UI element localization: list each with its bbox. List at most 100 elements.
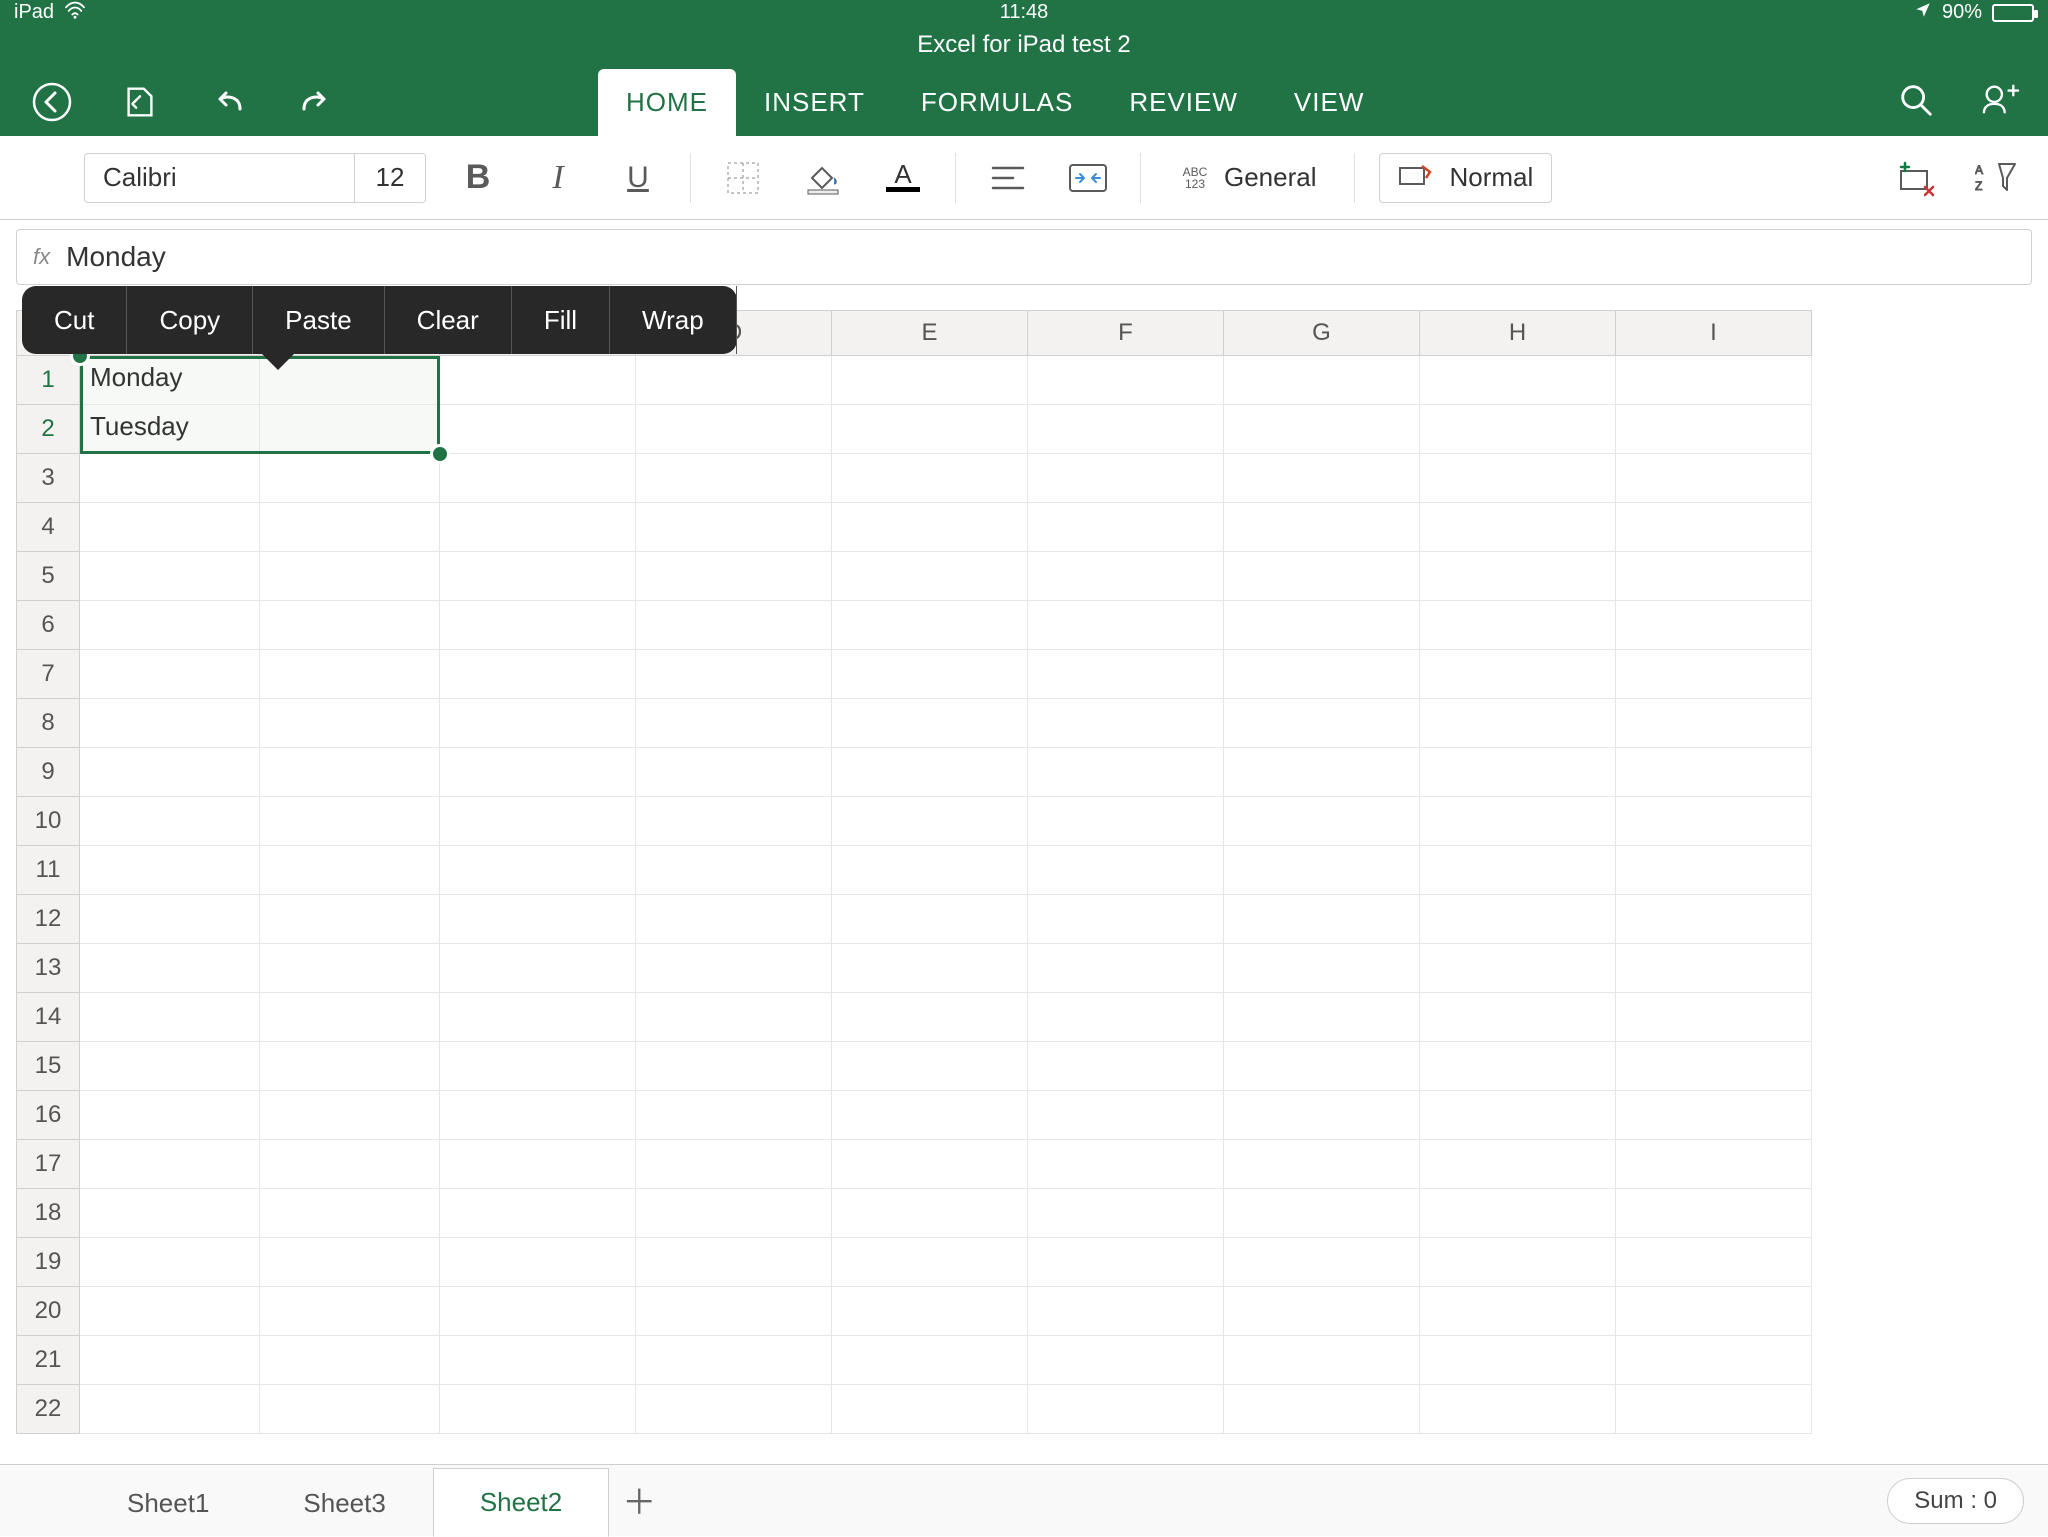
cell-F5[interactable] [1028, 552, 1224, 601]
cell-F10[interactable] [1028, 797, 1224, 846]
cell-C16[interactable] [440, 1091, 636, 1140]
row-header-16[interactable]: 16 [16, 1091, 80, 1140]
col-header-F[interactable]: F [1028, 310, 1224, 356]
file-button[interactable] [118, 80, 162, 124]
cell-I9[interactable] [1616, 748, 1812, 797]
cell-D3[interactable] [636, 454, 832, 503]
cell-E22[interactable] [832, 1385, 1028, 1434]
cell-F13[interactable] [1028, 944, 1224, 993]
cell-G18[interactable] [1224, 1189, 1420, 1238]
cell-D12[interactable] [636, 895, 832, 944]
cell-E20[interactable] [832, 1287, 1028, 1336]
cell-C4[interactable] [440, 503, 636, 552]
row-header-5[interactable]: 5 [16, 552, 80, 601]
cell-D21[interactable] [636, 1336, 832, 1385]
cell-D18[interactable] [636, 1189, 832, 1238]
row-header-4[interactable]: 4 [16, 503, 80, 552]
cell-A1[interactable]: Monday [80, 356, 260, 405]
cell-F8[interactable] [1028, 699, 1224, 748]
cell-G11[interactable] [1224, 846, 1420, 895]
cell-D19[interactable] [636, 1238, 832, 1287]
cell-G20[interactable] [1224, 1287, 1420, 1336]
cell-A10[interactable] [80, 797, 260, 846]
cell-G1[interactable] [1224, 356, 1420, 405]
cell-G13[interactable] [1224, 944, 1420, 993]
context-copy[interactable]: Copy [127, 286, 253, 354]
cell-H19[interactable] [1420, 1238, 1616, 1287]
cell-D14[interactable] [636, 993, 832, 1042]
italic-button[interactable]: I [530, 150, 586, 206]
cell-I4[interactable] [1616, 503, 1812, 552]
cell-I20[interactable] [1616, 1287, 1812, 1336]
insert-delete-button[interactable] [1888, 150, 1944, 206]
cell-F2[interactable] [1028, 405, 1224, 454]
cell-E13[interactable] [832, 944, 1028, 993]
cell-A19[interactable] [80, 1238, 260, 1287]
cell-A15[interactable] [80, 1042, 260, 1091]
cell-F17[interactable] [1028, 1140, 1224, 1189]
cell-H13[interactable] [1420, 944, 1616, 993]
add-sheet-button[interactable]: ＋ [609, 1463, 669, 1536]
cell-B15[interactable] [260, 1042, 440, 1091]
cell-H9[interactable] [1420, 748, 1616, 797]
cell-H11[interactable] [1420, 846, 1616, 895]
cell-E4[interactable] [832, 503, 1028, 552]
tab-view[interactable]: VIEW [1266, 69, 1392, 136]
cell-D9[interactable] [636, 748, 832, 797]
cell-H6[interactable] [1420, 601, 1616, 650]
cell-E5[interactable] [832, 552, 1028, 601]
bold-button[interactable]: B [450, 150, 506, 206]
cell-E6[interactable] [832, 601, 1028, 650]
cells-grid[interactable]: MondayTuesday [80, 356, 2048, 1434]
cell-G8[interactable] [1224, 699, 1420, 748]
cell-B3[interactable] [260, 454, 440, 503]
cell-E18[interactable] [832, 1189, 1028, 1238]
row-header-8[interactable]: 8 [16, 699, 80, 748]
cell-E2[interactable] [832, 405, 1028, 454]
cell-C10[interactable] [440, 797, 636, 846]
cell-D20[interactable] [636, 1287, 832, 1336]
col-header-H[interactable]: H [1420, 310, 1616, 356]
row-header-20[interactable]: 20 [16, 1287, 80, 1336]
cell-C1[interactable] [440, 356, 636, 405]
cell-style-button[interactable]: Normal [1379, 153, 1553, 203]
cell-D1[interactable] [636, 356, 832, 405]
cell-D11[interactable] [636, 846, 832, 895]
cell-I2[interactable] [1616, 405, 1812, 454]
cell-B11[interactable] [260, 846, 440, 895]
cell-I15[interactable] [1616, 1042, 1812, 1091]
cell-B16[interactable] [260, 1091, 440, 1140]
cell-I6[interactable] [1616, 601, 1812, 650]
cell-G19[interactable] [1224, 1238, 1420, 1287]
cell-B5[interactable] [260, 552, 440, 601]
cell-F7[interactable] [1028, 650, 1224, 699]
cell-G5[interactable] [1224, 552, 1420, 601]
cell-H14[interactable] [1420, 993, 1616, 1042]
tab-home[interactable]: HOME [598, 69, 736, 136]
cell-B2[interactable] [260, 405, 440, 454]
cell-A18[interactable] [80, 1189, 260, 1238]
cell-C9[interactable] [440, 748, 636, 797]
cell-D15[interactable] [636, 1042, 832, 1091]
cell-F6[interactable] [1028, 601, 1224, 650]
cell-H5[interactable] [1420, 552, 1616, 601]
cell-B12[interactable] [260, 895, 440, 944]
cell-G14[interactable] [1224, 993, 1420, 1042]
cell-I7[interactable] [1616, 650, 1812, 699]
cell-A20[interactable] [80, 1287, 260, 1336]
row-header-14[interactable]: 14 [16, 993, 80, 1042]
cell-H22[interactable] [1420, 1385, 1616, 1434]
cell-G17[interactable] [1224, 1140, 1420, 1189]
cell-D4[interactable] [636, 503, 832, 552]
cell-I8[interactable] [1616, 699, 1812, 748]
cell-I19[interactable] [1616, 1238, 1812, 1287]
cell-C14[interactable] [440, 993, 636, 1042]
cell-A11[interactable] [80, 846, 260, 895]
cell-F16[interactable] [1028, 1091, 1224, 1140]
cell-F15[interactable] [1028, 1042, 1224, 1091]
cell-G3[interactable] [1224, 454, 1420, 503]
cell-G12[interactable] [1224, 895, 1420, 944]
row-header-19[interactable]: 19 [16, 1238, 80, 1287]
cell-E11[interactable] [832, 846, 1028, 895]
cell-E8[interactable] [832, 699, 1028, 748]
